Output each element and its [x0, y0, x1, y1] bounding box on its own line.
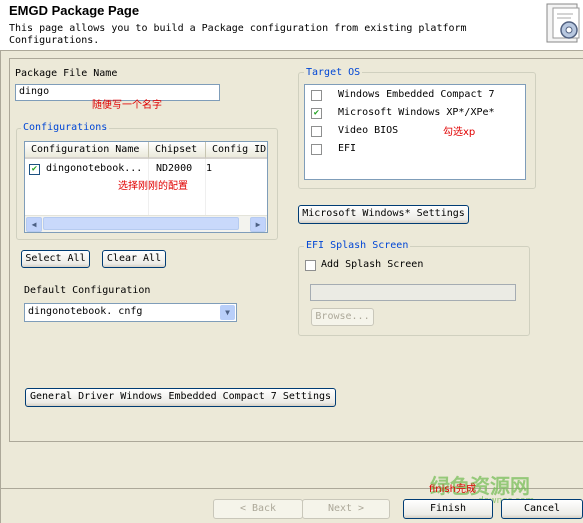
target-os-item[interactable]: Windows Embedded Compact 7	[305, 88, 525, 104]
clear-all-button[interactable]: Clear All	[102, 250, 166, 268]
annotation-xp-note: 勾选xp	[443, 127, 476, 138]
add-splash-screen-checkbox[interactable]	[305, 260, 316, 271]
cancel-button[interactable]: Cancel	[501, 499, 583, 519]
target-os-label: Windows Embedded Compact 7	[338, 89, 495, 100]
splash-path-input[interactable]	[310, 284, 516, 301]
default-configuration-value: dingonotebook. cnfg	[28, 306, 143, 317]
column-config-id[interactable]: Config ID	[206, 142, 267, 159]
target-os-label: Video BIOS	[338, 125, 399, 136]
column-configuration-name[interactable]: Configuration Name	[25, 142, 149, 159]
triangle-right-icon: ▶	[255, 220, 261, 229]
target-os-list: Windows Embedded Compact 7 ✔ Microsoft W…	[304, 84, 526, 180]
check-icon: ✔	[313, 108, 320, 118]
chevron-down-icon[interactable]: ▼	[220, 305, 235, 320]
finish-button[interactable]: Finish	[403, 499, 493, 519]
table-row[interactable]: ✔ dingonotebook... ND2000 1	[25, 161, 267, 177]
annotation-config-note: 选择刚刚的配置	[118, 181, 188, 192]
add-splash-screen-label: Add Splash Screen	[321, 259, 424, 270]
target-os-group-label: Target OS	[304, 67, 363, 78]
checkbox-winxp[interactable]: ✔	[311, 108, 322, 119]
horizontal-scrollbar[interactable]: ◀ ▶	[25, 215, 267, 232]
windows-settings-button[interactable]: Microsoft Windows* Settings	[298, 205, 469, 224]
browse-button[interactable]: Browse...	[311, 308, 374, 326]
cell-chipset: ND2000	[156, 163, 193, 174]
target-os-item[interactable]: EFI	[305, 142, 525, 158]
back-button[interactable]: < Back	[213, 499, 303, 519]
row-checkbox[interactable]: ✔	[29, 164, 40, 175]
next-button[interactable]: Next >	[302, 499, 390, 519]
target-os-item[interactable]: Video BIOS	[305, 124, 525, 140]
default-configuration-select[interactable]: dingonotebook. cnfg ▼	[24, 303, 237, 322]
page-title: EMGD Package Page	[9, 3, 140, 18]
cell-config-id: 1	[206, 163, 213, 174]
target-os-item[interactable]: ✔ Microsoft Windows XP*/XPe*	[305, 106, 525, 122]
page-description: This page allows you to build a Package …	[9, 23, 467, 46]
annotation-name-note: 随便写一个名字	[92, 100, 162, 111]
scroll-left-button[interactable]: ◀	[26, 217, 42, 232]
efi-splash-group-label: EFI Splash Screen	[304, 240, 411, 251]
select-all-button[interactable]: Select All	[21, 250, 90, 268]
cell-configuration-name: dingonotebook...	[46, 163, 143, 174]
scroll-right-button[interactable]: ▶	[250, 217, 266, 232]
wizard-header: EMGD Package Page This page allows you t…	[0, 0, 583, 51]
checkbox-wec7[interactable]	[311, 90, 322, 101]
window-edge	[0, 50, 1, 523]
target-os-label: Microsoft Windows XP*/XPe*	[338, 107, 495, 118]
check-icon: ✔	[31, 164, 38, 174]
package-file-name-label: Package File Name	[15, 68, 118, 79]
column-chipset[interactable]: Chipset	[149, 142, 206, 159]
triangle-left-icon: ◀	[31, 220, 37, 229]
checkbox-video-bios[interactable]	[311, 126, 322, 137]
general-driver-settings-button[interactable]: General Driver Windows Embedded Compact …	[25, 388, 336, 407]
default-configuration-label: Default Configuration	[24, 285, 151, 296]
configurations-group-label: Configurations	[21, 122, 110, 133]
target-os-label: EFI	[338, 143, 357, 154]
checkbox-efi[interactable]	[311, 144, 322, 155]
scrollbar-thumb[interactable]	[43, 217, 239, 230]
gear-document-icon	[546, 3, 580, 43]
annotation-finish-note: finish完成	[429, 484, 476, 495]
